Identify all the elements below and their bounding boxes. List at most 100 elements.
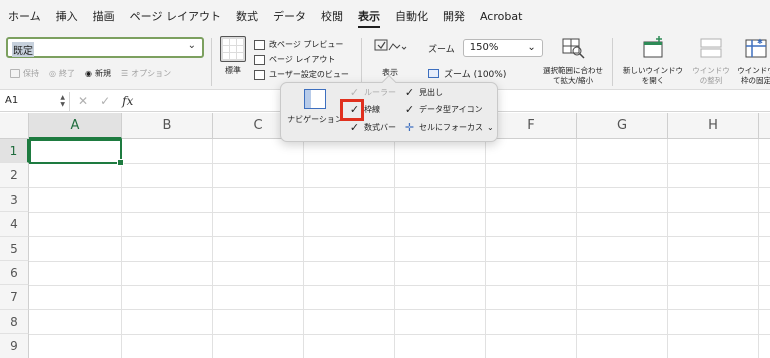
gridline xyxy=(667,139,668,358)
gridline xyxy=(29,285,770,286)
gridline xyxy=(758,139,759,358)
row-header[interactable]: 1 xyxy=(0,139,29,164)
check-icon[interactable]: ✓ xyxy=(100,94,110,108)
zoom-selection-icon xyxy=(562,38,585,59)
zoom-value: 150% xyxy=(469,42,499,53)
zoom-to-selection-button[interactable]: 選択範囲に合わせて拡大/縮小 xyxy=(540,36,606,86)
show-icon xyxy=(374,39,407,51)
data-type-icons-checkbox[interactable]: ✓ データ型アイコン xyxy=(404,104,483,115)
focus-cell-button[interactable]: ✛ セルにフォーカス ⌄ xyxy=(404,122,494,133)
tab-view[interactable]: 表示 xyxy=(357,0,380,34)
exit-button[interactable]: ◎ 終了 xyxy=(49,68,75,79)
name-box[interactable]: A1 ▲ ▼ xyxy=(0,91,70,111)
gridline xyxy=(29,212,770,213)
row-header[interactable]: 5 xyxy=(0,236,29,261)
gridline xyxy=(29,236,770,237)
freeze-panes-button[interactable]: ✱ ウインドウ枠の固定 xyxy=(734,36,770,86)
new-window-button[interactable]: 新しいウインドウを開く xyxy=(620,36,686,86)
row-header[interactable]: 4 xyxy=(0,212,29,237)
save-icon xyxy=(10,69,20,78)
zoom-select[interactable]: 150% ⌄ xyxy=(462,39,543,57)
tab-formulas[interactable]: 数式 xyxy=(236,0,258,34)
chevron-down-icon: ⌄ xyxy=(487,123,494,132)
check-icon: ✓ xyxy=(349,121,360,134)
gridline xyxy=(394,139,395,358)
tab-acrobat[interactable]: Acrobat xyxy=(480,0,522,34)
page-layout-button[interactable]: ページ レイアウト xyxy=(254,52,349,67)
chevron-down-icon: ⌄ xyxy=(527,42,536,53)
tab-data[interactable]: データ xyxy=(273,0,306,34)
select-all-corner[interactable] xyxy=(0,113,29,139)
row-header[interactable]: 7 xyxy=(0,285,29,310)
column-header[interactable]: F xyxy=(486,113,577,139)
sheet-view-select[interactable]: 既定 ⌄ xyxy=(6,37,204,58)
row-header[interactable]: 9 xyxy=(0,334,29,358)
zoom-100-icon xyxy=(428,69,439,78)
active-cell-a1[interactable] xyxy=(29,139,124,166)
divider xyxy=(612,38,613,86)
show-button[interactable]: 表示 xyxy=(372,36,408,78)
gridline xyxy=(303,139,304,358)
cancel-icon[interactable]: ✕ xyxy=(78,94,88,108)
navigation-button[interactable]: ナビゲーション xyxy=(287,89,343,125)
tab-automate[interactable]: 自動化 xyxy=(395,0,428,34)
row-header[interactable]: 8 xyxy=(0,309,29,335)
ruler-checkbox[interactable]: ✓ ルーラー xyxy=(349,87,396,98)
arrange-windows-button[interactable]: ウインドウの整列 xyxy=(690,36,732,86)
column-header[interactable]: A xyxy=(29,113,122,139)
gridline xyxy=(212,139,213,358)
formula-bar-checkbox[interactable]: ✓ 数式バー xyxy=(349,122,396,133)
list-icon: ☰ xyxy=(120,69,129,78)
check-icon: ✓ xyxy=(349,86,360,99)
show-popup: ナビゲーション ✓ ルーラー ✓ 枠線 ✓ 数式バー ✓ 見出し ✓ データ型ア… xyxy=(280,74,498,142)
workbook-view-list: 改ページ プレビュー ページ レイアウト ユーザー設定のビュー xyxy=(254,37,349,82)
gridline xyxy=(29,309,770,310)
gridlines-highlight-box xyxy=(340,99,364,121)
page-break-preview-button[interactable]: 改ページ プレビュー xyxy=(254,37,349,52)
grid-icon xyxy=(220,36,246,62)
tab-page-layout[interactable]: ページ レイアウト xyxy=(130,0,221,34)
new-button[interactable]: ◉ 新規 xyxy=(85,68,111,79)
gridline xyxy=(29,163,770,164)
fx-icon[interactable]: fx xyxy=(122,94,133,108)
column-header[interactable]: G xyxy=(577,113,668,139)
eye-icon: ◎ xyxy=(49,69,56,78)
formula-buttons: ✕ ✓ fx xyxy=(70,94,141,108)
custom-views-button[interactable]: ユーザー設定のビュー xyxy=(254,67,349,82)
gridline xyxy=(485,139,486,358)
row-header[interactable]: 2 xyxy=(0,163,29,188)
column-header[interactable] xyxy=(759,113,770,139)
column-header[interactable]: B xyxy=(122,113,213,139)
arrange-icon xyxy=(700,38,722,58)
tab-draw[interactable]: 描画 xyxy=(93,0,115,34)
spreadsheet-grid: A B C D E F G H 1 2 3 4 5 6 7 8 9 xyxy=(0,113,770,358)
normal-view-button[interactable]: 標準 xyxy=(217,36,249,86)
stepper-icon: ▲ ▼ xyxy=(60,93,65,108)
page-break-icon xyxy=(254,39,265,50)
tab-developer[interactable]: 開発 xyxy=(443,0,465,34)
tab-review[interactable]: 校閲 xyxy=(321,0,343,34)
column-header[interactable]: H xyxy=(668,113,759,139)
custom-view-icon xyxy=(254,69,265,80)
sheet-view-buttons: 保持 ◎ 終了 ◉ 新規 ☰ オプション xyxy=(10,68,171,79)
ribbon-tabs: ホーム 挿入 描画 ページ レイアウト 数式 データ 校閲 表示 自動化 開発 … xyxy=(0,0,770,34)
gridline xyxy=(29,261,770,262)
keep-button[interactable]: 保持 xyxy=(10,68,39,79)
sheet-view-value: 既定 xyxy=(12,42,34,57)
headings-checkbox[interactable]: ✓ 見出し xyxy=(404,87,443,98)
tab-insert[interactable]: 挿入 xyxy=(56,0,78,34)
navigation-icon xyxy=(304,89,326,109)
options-button[interactable]: ☰ オプション xyxy=(121,68,171,79)
tab-home[interactable]: ホーム xyxy=(8,0,41,34)
new-window-icon xyxy=(643,36,663,58)
zoom-100-button[interactable]: ズーム (100%) xyxy=(428,67,543,80)
gridline xyxy=(576,139,577,358)
normal-view-label: 標準 xyxy=(225,66,241,75)
row-header[interactable]: 3 xyxy=(0,187,29,213)
row-header[interactable]: 6 xyxy=(0,261,29,286)
crosshair-icon: ✛ xyxy=(404,121,415,134)
zoom-group: ズーム 150% ⌄ ズーム (100%) xyxy=(428,39,543,80)
divider xyxy=(211,38,212,86)
check-icon: ✓ xyxy=(404,86,415,99)
page-layout-icon xyxy=(254,54,265,65)
